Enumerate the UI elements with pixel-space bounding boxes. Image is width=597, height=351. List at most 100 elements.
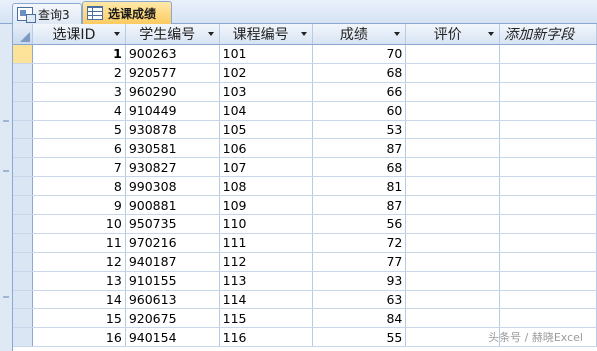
- row-selector[interactable]: [13, 309, 33, 328]
- cell-score[interactable]: 87: [313, 139, 407, 158]
- cell-student[interactable]: 910449: [126, 101, 220, 120]
- cell-id[interactable]: 15: [33, 309, 126, 328]
- cell-new-field[interactable]: [500, 120, 597, 139]
- cell-score[interactable]: 72: [313, 233, 407, 252]
- row-selector[interactable]: [13, 252, 33, 271]
- row-selector[interactable]: [13, 139, 33, 158]
- row-selector[interactable]: [13, 233, 33, 252]
- row-selector[interactable]: [13, 271, 33, 290]
- column-header-id[interactable]: 选课ID: [33, 24, 126, 44]
- cell-new-field[interactable]: [500, 196, 597, 215]
- cell-new-field[interactable]: [500, 82, 597, 101]
- cell-course[interactable]: 114: [220, 290, 313, 309]
- cell-student[interactable]: 960613: [126, 290, 220, 309]
- table-row[interactable]: 7 930827 107 68: [13, 158, 597, 178]
- cell-course[interactable]: 105: [220, 120, 313, 139]
- cell-evaluation[interactable]: [406, 177, 501, 196]
- cell-student[interactable]: 930827: [126, 158, 220, 177]
- cell-evaluation[interactable]: [406, 45, 501, 63]
- cell-course[interactable]: 102: [220, 63, 313, 82]
- cell-score[interactable]: 60: [313, 101, 407, 120]
- cell-evaluation[interactable]: [406, 139, 501, 158]
- column-header-student[interactable]: 学生编号: [126, 24, 220, 44]
- cell-evaluation[interactable]: [406, 309, 501, 328]
- cell-score[interactable]: 87: [313, 196, 407, 215]
- table-row[interactable]: 12 940187 112 77: [13, 252, 597, 272]
- table-row[interactable]: 10 950735 110 56: [13, 215, 597, 234]
- column-header-course[interactable]: 课程编号: [220, 24, 313, 44]
- cell-student[interactable]: 970216: [126, 233, 220, 252]
- row-selector[interactable]: [13, 101, 33, 120]
- cell-new-field[interactable]: [500, 233, 597, 252]
- sort-filter-dropdown-icon[interactable]: [488, 32, 495, 36]
- cell-student[interactable]: 920577: [126, 63, 220, 82]
- cell-course[interactable]: 103: [220, 82, 313, 101]
- cell-new-field[interactable]: [500, 271, 597, 290]
- cell-new-field[interactable]: [500, 158, 597, 177]
- cell-course[interactable]: 111: [220, 233, 313, 252]
- cell-evaluation[interactable]: [406, 328, 501, 347]
- cell-score[interactable]: 55: [313, 328, 407, 347]
- select-all-corner[interactable]: [13, 24, 33, 44]
- cell-score[interactable]: 68: [313, 63, 407, 82]
- cell-new-field[interactable]: [500, 290, 597, 309]
- cell-id[interactable]: 3: [33, 82, 126, 101]
- cell-id[interactable]: 6: [33, 139, 126, 158]
- cell-new-field[interactable]: [500, 309, 597, 328]
- tab-query3[interactable]: 查询3: [12, 3, 82, 24]
- add-new-field-header[interactable]: 添加新字段: [500, 24, 597, 44]
- cell-new-field[interactable]: [500, 177, 597, 196]
- cell-evaluation[interactable]: [406, 215, 501, 233]
- cell-score[interactable]: 56: [313, 215, 407, 233]
- cell-score[interactable]: 63: [313, 290, 407, 309]
- row-selector[interactable]: [13, 45, 33, 63]
- cell-score[interactable]: 93: [313, 271, 407, 290]
- cell-student[interactable]: 950735: [126, 215, 220, 233]
- row-selector[interactable]: [13, 158, 33, 177]
- row-selector[interactable]: [13, 120, 33, 139]
- cell-evaluation[interactable]: [406, 82, 501, 101]
- cell-evaluation[interactable]: [406, 63, 501, 82]
- cell-id[interactable]: 8: [33, 177, 126, 196]
- cell-course[interactable]: 110: [220, 215, 313, 233]
- cell-evaluation[interactable]: [406, 196, 501, 215]
- cell-course[interactable]: 108: [220, 177, 313, 196]
- table-row[interactable]: 13 910155 113 93: [13, 271, 597, 291]
- cell-id[interactable]: 10: [33, 215, 126, 233]
- cell-course[interactable]: 113: [220, 271, 313, 290]
- sort-filter-dropdown-icon[interactable]: [300, 32, 307, 36]
- cell-student[interactable]: 900881: [126, 196, 220, 215]
- sort-filter-dropdown-icon[interactable]: [394, 32, 401, 36]
- table-row[interactable]: 11 970216 111 72: [13, 233, 597, 253]
- row-selector[interactable]: [13, 196, 33, 215]
- cell-student[interactable]: 910155: [126, 271, 220, 290]
- cell-evaluation[interactable]: [406, 271, 501, 290]
- table-row[interactable]: 8 990308 108 81: [13, 177, 597, 197]
- cell-student[interactable]: 920675: [126, 309, 220, 328]
- cell-id[interactable]: 12: [33, 252, 126, 271]
- cell-id[interactable]: 2: [33, 63, 126, 82]
- sort-filter-dropdown-icon[interactable]: [207, 32, 214, 36]
- cell-evaluation[interactable]: [406, 158, 501, 177]
- cell-score[interactable]: 84: [313, 309, 407, 328]
- cell-course[interactable]: 101: [220, 45, 313, 63]
- cell-student[interactable]: 990308: [126, 177, 220, 196]
- cell-course[interactable]: 116: [220, 328, 313, 347]
- table-row[interactable]: 1 900263 101 70: [13, 45, 597, 64]
- cell-student[interactable]: 940187: [126, 252, 220, 271]
- cell-score[interactable]: 70: [313, 45, 407, 63]
- cell-student[interactable]: 940154: [126, 328, 220, 347]
- cell-id[interactable]: 11: [33, 233, 126, 252]
- table-row[interactable]: 5 930878 105 53: [13, 120, 597, 140]
- table-row[interactable]: 15 920675 115 84: [13, 309, 597, 329]
- row-selector[interactable]: [13, 82, 33, 101]
- cell-new-field[interactable]: [500, 45, 597, 63]
- cell-new-field[interactable]: [500, 215, 597, 233]
- cell-new-field[interactable]: [500, 101, 597, 120]
- row-selector[interactable]: [13, 63, 33, 82]
- sort-filter-dropdown-icon[interactable]: [113, 32, 120, 36]
- cell-new-field[interactable]: [500, 63, 597, 82]
- row-selector[interactable]: [13, 328, 33, 347]
- cell-new-field[interactable]: [500, 139, 597, 158]
- cell-evaluation[interactable]: [406, 233, 501, 252]
